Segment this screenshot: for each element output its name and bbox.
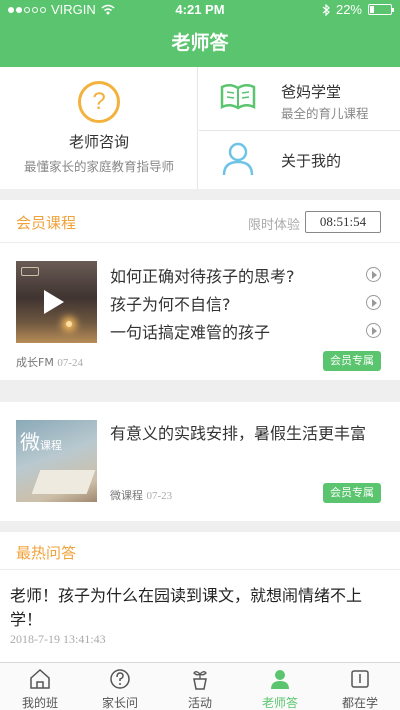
lesson-item[interactable]: 如何正确对待孩子的思考? [110, 263, 295, 287]
school-subtitle: 最全的育儿课程 [281, 106, 369, 121]
countdown-timer: 08:51:54 [305, 211, 381, 233]
tab-label: 我的班 [21, 696, 58, 710]
course-card-micro[interactable]: 微课程 有意义的实践安排，暑假生活更丰富 微课程 07-23 会员专属 [0, 402, 400, 521]
tab-activity[interactable]: 活动 [160, 663, 240, 710]
play-circle-icon[interactable] [366, 295, 381, 310]
tab-all-learning[interactable]: 都在学 [320, 663, 400, 710]
micro-course-logo: 微课程 [20, 426, 62, 455]
user-icon [222, 142, 254, 176]
play-icon[interactable] [44, 290, 64, 314]
plant-icon [193, 671, 207, 690]
qa-timestamp: 2018-7-19 13:41:43 [10, 632, 106, 646]
course-title[interactable]: 有意义的实践安排，暑假生活更丰富 [110, 422, 385, 446]
book-image [31, 470, 96, 494]
thumb-text: 微 [20, 430, 40, 454]
course-thumbnail[interactable]: 微课程 [16, 420, 97, 502]
consult-subtitle: 最懂家长的家庭教育指导师 [23, 159, 174, 174]
battery-percent: 22% [335, 2, 362, 17]
page-title: 老师答 [0, 20, 400, 67]
lesson-item[interactable]: 一句话搞定难管的孩子 [110, 319, 270, 343]
about-title: 关于我的 [281, 152, 342, 170]
course-card-fm[interactable]: 如何正确对待孩子的思考? 孩子为何不自信? 一句话搞定难管的孩子 成长FM 07… [0, 243, 400, 380]
course-source: 成长FM 07-24 [16, 354, 83, 370]
open-book-icon [220, 84, 256, 110]
source-name: 成长FM [16, 356, 54, 369]
hot-qa-header: 最热问答 [0, 532, 400, 570]
tab-label: 都在学 [341, 696, 378, 710]
tab-parent-ask[interactable]: 家长问 [80, 663, 160, 710]
parent-school-button[interactable]: 爸妈学堂 最全的育儿课程 [199, 67, 400, 131]
limited-trial-label: 限时体验 [248, 218, 301, 233]
section-title: 最热问答 [16, 544, 77, 562]
source-name: 微课程 [110, 489, 143, 502]
question-circle-icon: ? [78, 81, 120, 123]
course-date: 07-24 [57, 357, 83, 369]
section-title: 会员课程 [16, 214, 77, 232]
lamp-light [66, 321, 72, 327]
tab-label: 老师答 [261, 696, 298, 710]
battery-icon [368, 4, 394, 15]
thumb-subtext: 课程 [40, 439, 62, 452]
member-courses-header: 会员课程 限时体验 08:51:54 [0, 200, 400, 243]
tab-label: 家长问 [101, 696, 138, 710]
teacher-icon [271, 670, 289, 689]
lesson-item[interactable]: 孩子为何不自信? [110, 291, 231, 315]
status-bar: VIRGIN 4:21 PM 22% [0, 0, 400, 20]
course-date: 07-23 [146, 490, 173, 502]
top-panel: ? 老师咨询 最懂家长的家庭教育指导师 爸妈学堂 最全的育儿课程 关于我的 [0, 67, 400, 189]
tab-label: 活动 [187, 696, 212, 710]
school-title: 爸妈学堂 [281, 83, 342, 101]
question-icon [110, 669, 130, 689]
tab-my-class[interactable]: 我的班 [0, 663, 80, 710]
course-thumbnail[interactable] [16, 261, 97, 343]
teacher-consult-button[interactable]: ? 老师咨询 最懂家长的家庭教育指导师 [0, 67, 198, 189]
play-circle-icon[interactable] [366, 267, 381, 282]
play-circle-icon[interactable] [366, 323, 381, 338]
about-me-button[interactable]: 关于我的 [199, 132, 400, 189]
tab-teacher-answer[interactable]: 老师答 [240, 663, 320, 710]
book-icon [351, 670, 369, 688]
qa-item[interactable]: 老师！孩子为什么在园读到课文，就想闹情绪不上学！ 2018-7-19 13:41… [0, 570, 400, 662]
bottom-tab-bar: 我的班 家长问 活动 老师答 都在学 [0, 662, 400, 710]
member-only-badge[interactable]: 会员专属 [323, 483, 381, 503]
battery-level [370, 6, 374, 13]
member-only-badge[interactable]: 会员专属 [323, 351, 381, 371]
fm-logo [21, 267, 39, 276]
consult-title: 老师咨询 [68, 133, 129, 151]
home-icon [30, 668, 50, 689]
qa-question[interactable]: 老师！孩子为什么在园读到课文，就想闹情绪不上学！ [10, 584, 390, 632]
bluetooth-icon [322, 3, 330, 16]
status-right: 22% [322, 2, 394, 17]
course-source: 微课程 07-23 [110, 487, 172, 503]
